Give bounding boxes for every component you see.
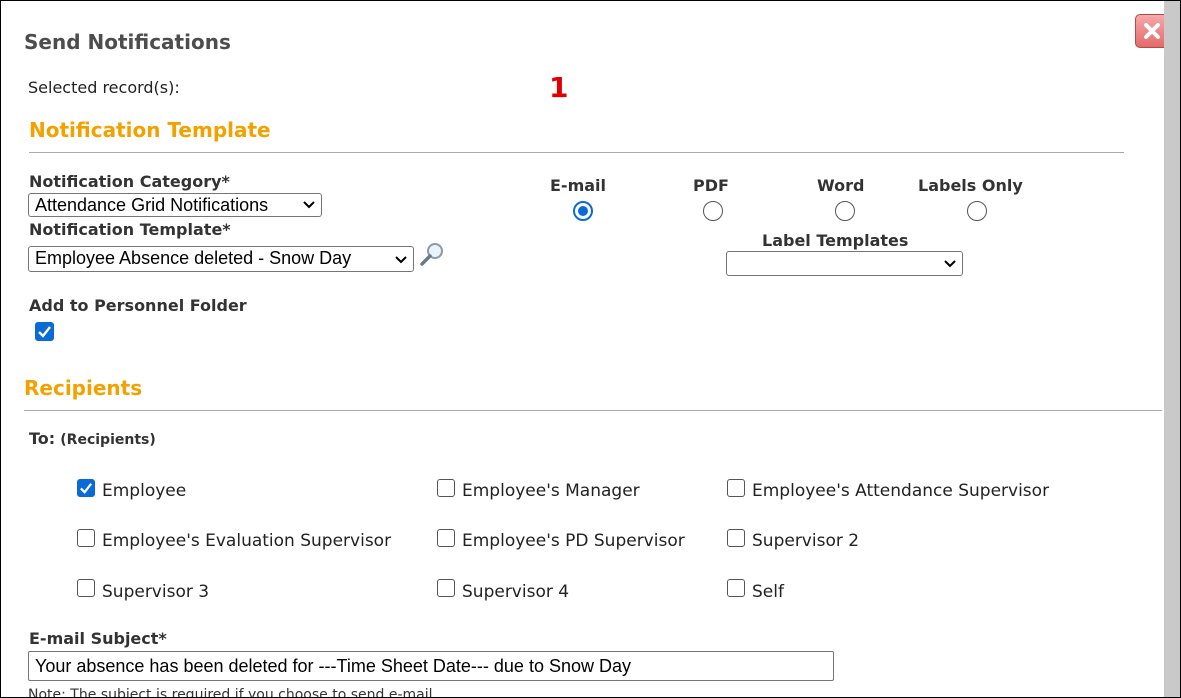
recipient-self-label: Self (752, 582, 784, 602)
email-subject-input[interactable]: Your absence has been deleted for ---Tim… (28, 651, 834, 681)
checkmark-icon (80, 483, 93, 494)
personnel-folder-label: Add to Personnel Folder (29, 296, 247, 315)
recipient-evaluation-supervisor-label: Employee's Evaluation Supervisor (102, 531, 392, 551)
recipient-manager-checkbox[interactable] (437, 479, 455, 497)
recipients-heading: Recipients (24, 376, 143, 400)
to-label-group: To: (Recipients) (29, 429, 156, 448)
recipient-manager-label: Employee's Manager (462, 481, 640, 501)
send-notifications-dialog: Send Notifications Selected record(s): 1… (0, 0, 1181, 698)
recipient-employee-checkbox[interactable] (77, 479, 95, 497)
label-templates-select[interactable] (726, 251, 963, 276)
to-sublabel: (Recipients) (60, 432, 156, 448)
notification-template-heading: Notification Template (29, 118, 271, 142)
recipient-employee-label: Employee (102, 481, 187, 501)
chevron-down-icon (303, 201, 315, 209)
selected-records-count: 1 (549, 71, 569, 104)
label-templates-label: Label Templates (762, 231, 909, 250)
format-radio-email[interactable] (573, 201, 593, 221)
dialog-title: Send Notifications (24, 30, 231, 54)
selected-records-label: Selected record(s): (28, 78, 180, 97)
close-icon (1144, 23, 1160, 39)
format-label-word: Word (817, 176, 865, 195)
email-subject-note: Note: The subject is required if you cho… (28, 687, 433, 698)
format-radio-pdf[interactable] (703, 201, 723, 221)
format-radio-labels-only[interactable] (967, 201, 987, 221)
notification-category-select[interactable]: Attendance Grid Notifications (28, 193, 322, 217)
magnifier-icon[interactable] (419, 240, 447, 268)
recipient-supervisor-2-checkbox[interactable] (727, 529, 745, 547)
notification-category-value: Attendance Grid Notifications (35, 195, 269, 215)
recipient-attendance-supervisor-label: Employee's Attendance Supervisor (752, 481, 1050, 501)
recipient-supervisor-4-checkbox[interactable] (437, 579, 455, 597)
format-label-email: E-mail (550, 176, 607, 195)
recipient-pd-supervisor-checkbox[interactable] (437, 529, 455, 547)
to-label: To: (29, 429, 56, 448)
recipient-pd-supervisor-label: Employee's PD Supervisor (462, 531, 685, 551)
recipient-supervisor-4-label: Supervisor 4 (462, 582, 570, 602)
chevron-down-icon (944, 260, 956, 268)
email-subject-label: E-mail Subject* (29, 629, 167, 648)
format-radio-word[interactable] (835, 201, 855, 221)
notification-category-label: Notification Category* (29, 172, 230, 191)
checkmark-icon (38, 326, 51, 338)
notification-template-label: Notification Template* (29, 220, 231, 239)
recipients-divider (24, 410, 1162, 411)
format-label-pdf: PDF (693, 176, 729, 195)
recipient-self-checkbox[interactable] (727, 579, 745, 597)
recipient-evaluation-supervisor-checkbox[interactable] (77, 529, 95, 547)
format-label-labels-only: Labels Only (918, 176, 1023, 195)
recipient-attendance-supervisor-checkbox[interactable] (727, 479, 745, 497)
vertical-scrollbar[interactable] (1164, 1, 1180, 697)
personnel-folder-checkbox[interactable] (35, 322, 54, 341)
notification-template-value: Employee Absence deleted - Snow Day (35, 248, 352, 268)
notification-template-select[interactable]: Employee Absence deleted - Snow Day (28, 246, 414, 272)
template-divider (29, 152, 1124, 153)
recipient-supervisor-2-label: Supervisor 2 (752, 531, 860, 551)
recipient-supervisor-3-label: Supervisor 3 (102, 582, 210, 602)
recipient-supervisor-3-checkbox[interactable] (77, 579, 95, 597)
chevron-down-icon (395, 256, 407, 264)
